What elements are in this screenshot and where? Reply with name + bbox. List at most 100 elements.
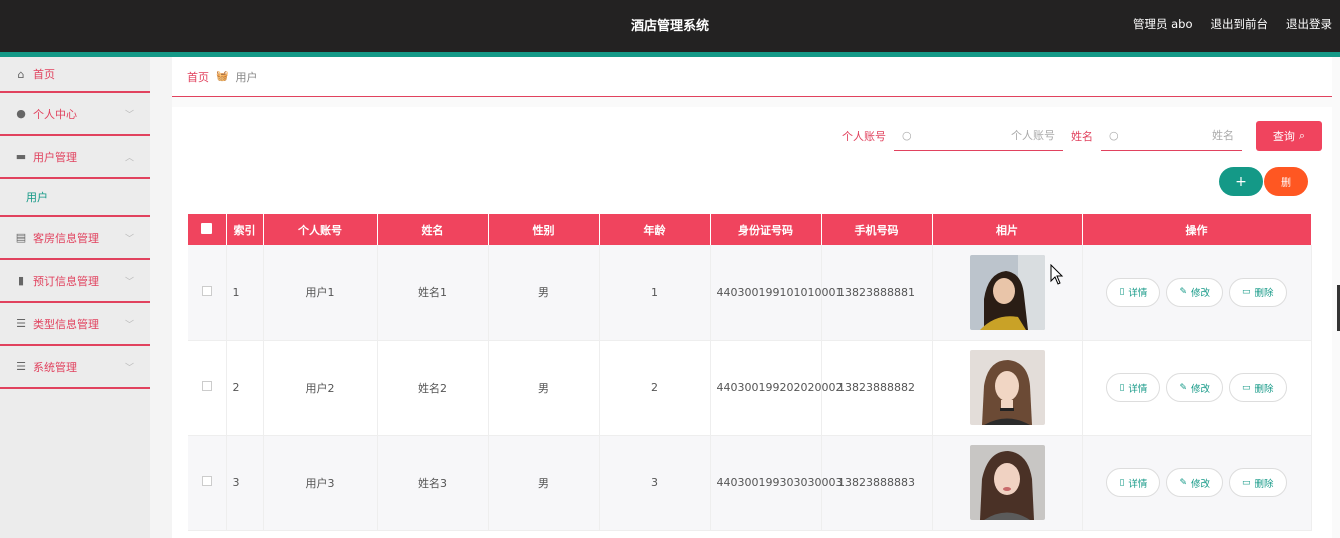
user-photo[interactable]	[969, 445, 1045, 520]
id-number-text: 440300199202020002	[716, 381, 843, 394]
column-header: 相片	[932, 214, 1083, 245]
chevron-down-icon: ﹀	[124, 110, 134, 120]
sidebar-item-user-management[interactable]: ▬ 用户管理 ︿	[0, 136, 150, 179]
top-right-links: 管理员 abo 退出到前台 退出登录	[1133, 16, 1332, 32]
select-all-checkbox[interactable]	[201, 222, 213, 234]
exit-to-front-link[interactable]: 退出到前台	[1211, 16, 1269, 32]
sidebar-item-label: 首页	[33, 68, 55, 81]
edit-button[interactable]: ✎ 修改	[1166, 468, 1223, 497]
breadcrumb-current: 用户	[235, 70, 258, 84]
trash-icon: ▭	[1242, 287, 1251, 298]
row-checkbox[interactable]	[201, 476, 212, 486]
photo-cell	[932, 245, 1083, 341]
table-row: 2 用户2 姓名2 男 2 440300199202020002 1382388…	[188, 340, 1312, 436]
edit-label: 修改	[1190, 383, 1210, 395]
age-cell: 1	[599, 245, 711, 341]
row-checkbox[interactable]	[201, 381, 212, 391]
query-button-label: 查询	[1272, 130, 1295, 143]
row-select-cell[interactable]	[188, 340, 227, 436]
user-photo[interactable]	[969, 350, 1045, 425]
logout-link[interactable]: 退出登录	[1286, 16, 1332, 32]
phone-cell: 13823888883	[821, 435, 933, 531]
breadcrumb: 首页 🧺 用户	[172, 57, 1332, 97]
breadcrumb-home[interactable]: 首页	[187, 69, 209, 85]
delete-button[interactable]: ▭ 删除	[1229, 373, 1287, 402]
sidebar-subitem-users[interactable]: 用户	[0, 179, 150, 217]
detail-button[interactable]: ▯ 详情	[1106, 373, 1161, 402]
account-search-label: 个人账号	[842, 130, 886, 143]
gender-cell: 男	[488, 340, 600, 436]
actions-cell: ▯ 详情 ✎ 修改 ▭ 删除	[1082, 340, 1312, 436]
column-header: 手机号码	[821, 214, 933, 245]
account-search-field: ○	[894, 121, 1063, 151]
table-row: 3 用户3 姓名3 男 3 440300199303030003 1382388…	[188, 435, 1312, 531]
document-icon: ▯	[1119, 287, 1125, 298]
sidebar-item-room-info[interactable]: ▤ 客房信息管理 ﹀	[0, 217, 150, 260]
delete-button[interactable]: ▭ 删除	[1229, 468, 1287, 497]
sidebar-item-label: 客房信息管理	[33, 231, 99, 245]
name-cell: 姓名2	[377, 340, 489, 436]
user-photo[interactable]	[969, 254, 1045, 330]
delete-button[interactable]: ▭ 删除	[1229, 277, 1287, 307]
bar-chart-icon: ▮	[17, 274, 25, 287]
sidebar-item-label: 用户管理	[33, 150, 77, 164]
delete-label: 删除	[1254, 383, 1274, 395]
actions-cell: ▯ 详情 ✎ 修改 ▭ 删除	[1082, 245, 1312, 341]
sidebar: ⌂ 首页 ● 个人中心 ﹀ ▬ 用户管理 ︿ 用户 ▤ 客房信息管理 ﹀ ▮ 预…	[0, 57, 150, 538]
chevron-down-icon: ﹀	[124, 320, 134, 330]
actions-cell: ▯ 详情 ✎ 修改 ▭ 删除	[1082, 435, 1312, 531]
sidebar-item-label: 个人中心	[33, 107, 77, 121]
list-icon: ☰	[16, 317, 26, 330]
document-icon: ▯	[1119, 382, 1125, 393]
pencil-icon: ✎	[1179, 382, 1187, 393]
batch-delete-button[interactable]: 删	[1264, 167, 1308, 196]
name-cell: 姓名1	[377, 245, 489, 341]
account-cell: 用户1	[263, 245, 378, 341]
edit-button[interactable]: ✎ 修改	[1166, 373, 1223, 402]
chevron-down-icon: ﹀	[124, 363, 134, 373]
id-number-cell: 440300199303030003	[710, 435, 842, 531]
detail-button[interactable]: ▯ 详情	[1106, 277, 1161, 307]
edit-button[interactable]: ✎ 修改	[1166, 277, 1223, 307]
document-icon: ▯	[1119, 477, 1125, 488]
add-button[interactable]: +	[1219, 167, 1263, 196]
query-button[interactable]: 查询 ⌕	[1256, 121, 1322, 151]
row-select-cell[interactable]	[188, 435, 227, 531]
chevron-up-icon: ︿	[124, 153, 134, 163]
pencil-icon: ✎	[1179, 287, 1187, 298]
briefcase-icon: ▬	[15, 150, 27, 163]
sidebar-item-home[interactable]: ⌂ 首页	[0, 57, 150, 93]
search-icon: ○	[902, 129, 912, 142]
select-all-header[interactable]	[188, 214, 227, 245]
name-search-input[interactable]	[1124, 129, 1234, 142]
column-header: 操作	[1082, 214, 1312, 245]
row-checkbox[interactable]	[201, 285, 212, 296]
sidebar-item-label: 类型信息管理	[33, 317, 99, 331]
account-search-input[interactable]	[917, 129, 1055, 142]
pencil-icon: ✎	[1179, 477, 1187, 488]
search-icon: ○	[1109, 129, 1119, 142]
column-header: 性别	[488, 214, 600, 245]
sidebar-item-type-info[interactable]: ☰ 类型信息管理 ﹀	[0, 303, 150, 346]
clipboard-icon: ▤	[15, 231, 27, 244]
user-table: 索引 个人账号 姓名 性别 年龄 身份证号码 手机号码 相片 操作 1 用户1 …	[188, 214, 1312, 531]
sidebar-edge	[150, 57, 172, 538]
name-search-label: 姓名	[1071, 130, 1093, 143]
detail-button[interactable]: ▯ 详情	[1106, 468, 1161, 497]
age-cell: 2	[599, 340, 711, 436]
main-content: 首页 🧺 用户 个人账号 ○ 姓名 ○ 查询 ⌕ + 删	[172, 57, 1340, 538]
account-cell: 用户2	[263, 340, 378, 436]
admin-user-label[interactable]: 管理员 abo	[1133, 16, 1193, 32]
sidebar-item-booking-info[interactable]: ▮ 预订信息管理 ﹀	[0, 260, 150, 303]
sidebar-item-system[interactable]: ☰ 系统管理 ﹀	[0, 346, 150, 389]
photo-cell	[932, 435, 1083, 531]
column-header: 身份证号码	[710, 214, 822, 245]
photo-cell	[932, 340, 1083, 436]
chevron-down-icon: ﹀	[124, 277, 134, 287]
detail-label: 详情	[1128, 288, 1148, 300]
index-cell: 2	[226, 340, 264, 436]
sidebar-item-personal-center[interactable]: ● 个人中心 ﹀	[0, 93, 150, 136]
row-select-cell[interactable]	[188, 245, 227, 341]
account-cell: 用户3	[263, 435, 378, 531]
delete-label: 删除	[1254, 478, 1274, 490]
